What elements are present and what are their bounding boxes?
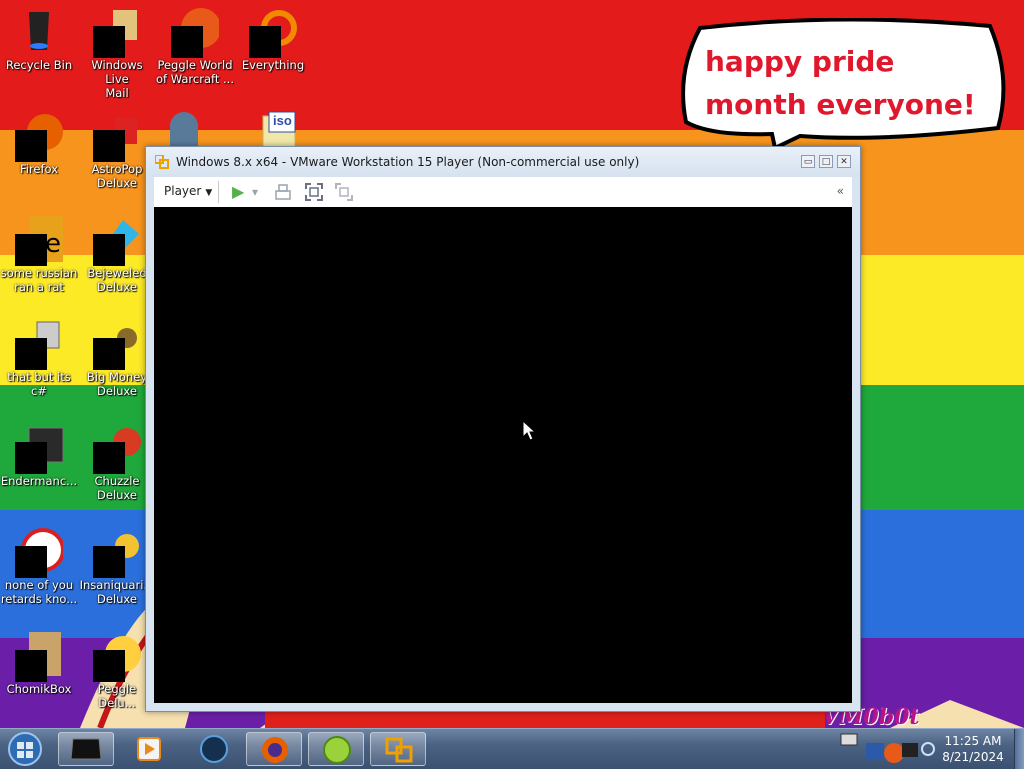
desktop-icon-endermanch[interactable]: Endermanc... [0, 422, 78, 488]
world-icon [200, 735, 228, 763]
start-button[interactable] [5, 731, 45, 767]
bubble-text: happy pride month everyone! [705, 45, 976, 121]
taskbar-item-lime[interactable] [308, 732, 364, 766]
unity-icon[interactable] [334, 182, 354, 202]
taskbar-item-media-center[interactable] [58, 732, 114, 766]
vmware-icon [385, 737, 413, 763]
desktop-icon-firefox[interactable]: Firefox [0, 110, 78, 176]
taskbar-item-firefox[interactable] [246, 732, 302, 766]
desktop-icon-everything[interactable]: Everything [234, 6, 312, 72]
play-dropdown-icon[interactable]: ▾ [252, 183, 258, 201]
window-title: Windows 8.x x64 - VMware Workstation 15 … [176, 155, 640, 169]
taskbar-item-media-player[interactable] [122, 732, 178, 766]
close-button[interactable]: ✕ [837, 155, 851, 168]
window-titlebar[interactable]: Windows 8.x x64 - VMware Workstation 15 … [146, 147, 860, 177]
icon-label: Endermanc... [0, 474, 78, 488]
system-tray [840, 729, 940, 769]
vmware-window[interactable]: Windows 8.x x64 - VMware Workstation 15 … [145, 146, 861, 712]
toolbar-separator [218, 181, 219, 203]
clock-time: 11:25 AM [944, 734, 1002, 748]
mouse-cursor-icon [522, 420, 536, 441]
vmware-toolbar: Player ▼ ▶ ▾ « [154, 177, 852, 207]
icon-label: Everything [241, 58, 305, 72]
keyboard-icon[interactable] [840, 731, 858, 747]
desktop-icon-recycle-bin[interactable]: Recycle Bin [0, 6, 78, 72]
minimize-button[interactable]: ▭ [801, 155, 815, 168]
desktop-icon-windows-live-mail[interactable]: Windows Live Mail [78, 6, 156, 100]
icon-label: ChomikBox [6, 682, 72, 696]
desktop-icon-chomikbox[interactable]: ChomikBox [0, 630, 78, 696]
desktop-icon-peggle-wow[interactable]: Peggle World of Warcraft ... [156, 6, 234, 86]
media-center-icon [70, 738, 102, 760]
desktop-icon-some-russian[interactable]: e some russian ran a rat [0, 214, 78, 294]
chevron-down-icon: ▼ [205, 188, 213, 198]
desktop-icon-partial [170, 112, 198, 146]
network-icon[interactable] [920, 741, 936, 757]
play-icon[interactable]: ▶ [232, 183, 244, 201]
firefox-icon [262, 737, 288, 763]
icon-label: that but its c# [7, 370, 71, 398]
send-ctrl-alt-del-icon[interactable] [274, 183, 292, 201]
svg-text:e: e [45, 229, 61, 259]
taskbar-item-world[interactable] [186, 732, 242, 766]
icon-label: Firefox [19, 162, 59, 176]
taskbar: 11:25 AM 8/21/2024 [0, 728, 1024, 769]
vmware-icon [155, 155, 169, 169]
iso-badge: iso [273, 113, 292, 128]
collapse-toolbar-icon[interactable]: « [837, 184, 844, 198]
desktop-icon-none-of-you[interactable]: none of you retards kno... [0, 526, 78, 606]
fullscreen-icon[interactable] [304, 182, 324, 202]
clock-date: 8/21/2024 [942, 750, 1004, 764]
icon-label: none of you retards kno... [0, 578, 78, 606]
player-menu-label: Player [164, 184, 202, 198]
icon-label: Peggle World of Warcraft ... [156, 58, 234, 86]
clock[interactable]: 11:25 AM 8/21/2024 [938, 733, 1008, 765]
vm-screen[interactable] [154, 207, 852, 703]
taskbar-item-vmware[interactable] [370, 732, 426, 766]
lime-icon [323, 736, 351, 764]
desktop-icon-that-but-csharp[interactable]: that but its c# [0, 318, 78, 398]
tray-app-icon[interactable] [862, 739, 920, 763]
recycle-bin-icon [29, 12, 49, 50]
media-player-icon [137, 737, 161, 761]
maximize-button[interactable]: □ [819, 155, 833, 168]
icon-label: some russian ran a rat [0, 266, 78, 294]
icon-label: Recycle Bin [5, 58, 73, 72]
icon-label: Windows Live Mail [91, 58, 143, 100]
show-desktop-button[interactable] [1014, 729, 1024, 769]
player-menu[interactable]: Player ▼ [164, 184, 212, 198]
